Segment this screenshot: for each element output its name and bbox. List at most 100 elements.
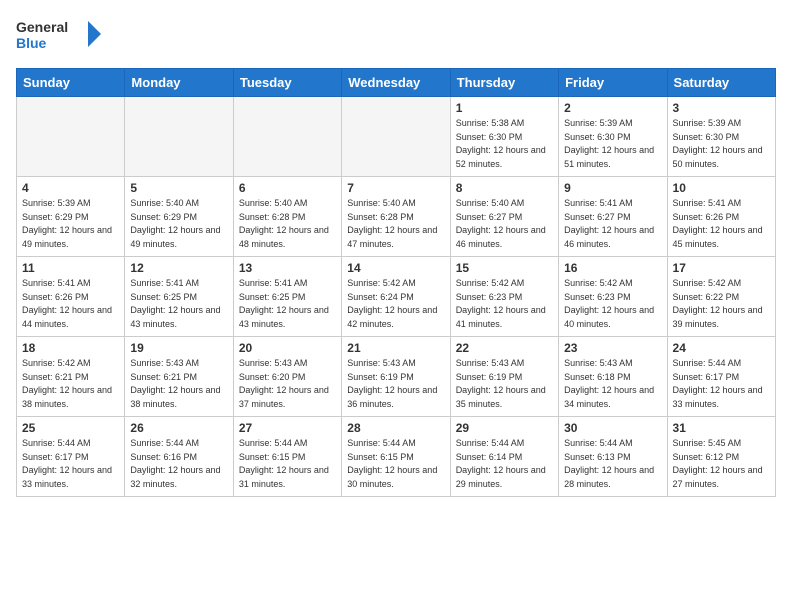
day-info: Sunrise: 5:44 AMSunset: 6:14 PMDaylight:… bbox=[456, 438, 546, 489]
week-row-1: 1 Sunrise: 5:38 AMSunset: 6:30 PMDayligh… bbox=[17, 97, 776, 177]
calendar-cell: 19 Sunrise: 5:43 AMSunset: 6:21 PMDaylig… bbox=[125, 337, 233, 417]
calendar-cell: 1 Sunrise: 5:38 AMSunset: 6:30 PMDayligh… bbox=[450, 97, 558, 177]
day-info: Sunrise: 5:40 AMSunset: 6:28 PMDaylight:… bbox=[347, 198, 437, 249]
day-number: 10 bbox=[673, 181, 770, 195]
day-info: Sunrise: 5:41 AMSunset: 6:26 PMDaylight:… bbox=[22, 278, 112, 329]
day-info: Sunrise: 5:43 AMSunset: 6:19 PMDaylight:… bbox=[456, 358, 546, 409]
day-number: 25 bbox=[22, 421, 119, 435]
week-row-4: 18 Sunrise: 5:42 AMSunset: 6:21 PMDaylig… bbox=[17, 337, 776, 417]
weekday-header-wednesday: Wednesday bbox=[342, 69, 450, 97]
day-info: Sunrise: 5:40 AMSunset: 6:29 PMDaylight:… bbox=[130, 198, 220, 249]
calendar-cell: 24 Sunrise: 5:44 AMSunset: 6:17 PMDaylig… bbox=[667, 337, 775, 417]
week-row-2: 4 Sunrise: 5:39 AMSunset: 6:29 PMDayligh… bbox=[17, 177, 776, 257]
calendar-cell: 30 Sunrise: 5:44 AMSunset: 6:13 PMDaylig… bbox=[559, 417, 667, 497]
weekday-header-thursday: Thursday bbox=[450, 69, 558, 97]
day-number: 28 bbox=[347, 421, 444, 435]
day-number: 4 bbox=[22, 181, 119, 195]
calendar-cell bbox=[125, 97, 233, 177]
day-info: Sunrise: 5:43 AMSunset: 6:20 PMDaylight:… bbox=[239, 358, 329, 409]
day-info: Sunrise: 5:44 AMSunset: 6:15 PMDaylight:… bbox=[239, 438, 329, 489]
calendar-cell: 9 Sunrise: 5:41 AMSunset: 6:27 PMDayligh… bbox=[559, 177, 667, 257]
calendar-cell: 5 Sunrise: 5:40 AMSunset: 6:29 PMDayligh… bbox=[125, 177, 233, 257]
day-info: Sunrise: 5:43 AMSunset: 6:19 PMDaylight:… bbox=[347, 358, 437, 409]
day-number: 27 bbox=[239, 421, 336, 435]
day-number: 5 bbox=[130, 181, 227, 195]
calendar-cell: 10 Sunrise: 5:41 AMSunset: 6:26 PMDaylig… bbox=[667, 177, 775, 257]
calendar-cell: 11 Sunrise: 5:41 AMSunset: 6:26 PMDaylig… bbox=[17, 257, 125, 337]
day-info: Sunrise: 5:39 AMSunset: 6:30 PMDaylight:… bbox=[564, 118, 654, 169]
day-number: 21 bbox=[347, 341, 444, 355]
weekday-header-sunday: Sunday bbox=[17, 69, 125, 97]
calendar-cell: 12 Sunrise: 5:41 AMSunset: 6:25 PMDaylig… bbox=[125, 257, 233, 337]
weekday-header-friday: Friday bbox=[559, 69, 667, 97]
calendar-cell: 20 Sunrise: 5:43 AMSunset: 6:20 PMDaylig… bbox=[233, 337, 341, 417]
weekday-header-tuesday: Tuesday bbox=[233, 69, 341, 97]
day-number: 7 bbox=[347, 181, 444, 195]
day-number: 30 bbox=[564, 421, 661, 435]
day-info: Sunrise: 5:41 AMSunset: 6:25 PMDaylight:… bbox=[239, 278, 329, 329]
day-info: Sunrise: 5:43 AMSunset: 6:18 PMDaylight:… bbox=[564, 358, 654, 409]
day-info: Sunrise: 5:44 AMSunset: 6:16 PMDaylight:… bbox=[130, 438, 220, 489]
day-number: 15 bbox=[456, 261, 553, 275]
week-row-5: 25 Sunrise: 5:44 AMSunset: 6:17 PMDaylig… bbox=[17, 417, 776, 497]
calendar-cell: 17 Sunrise: 5:42 AMSunset: 6:22 PMDaylig… bbox=[667, 257, 775, 337]
day-number: 18 bbox=[22, 341, 119, 355]
day-number: 24 bbox=[673, 341, 770, 355]
day-info: Sunrise: 5:39 AMSunset: 6:29 PMDaylight:… bbox=[22, 198, 112, 249]
day-number: 2 bbox=[564, 101, 661, 115]
calendar-cell: 3 Sunrise: 5:39 AMSunset: 6:30 PMDayligh… bbox=[667, 97, 775, 177]
day-number: 11 bbox=[22, 261, 119, 275]
day-info: Sunrise: 5:41 AMSunset: 6:27 PMDaylight:… bbox=[564, 198, 654, 249]
day-info: Sunrise: 5:42 AMSunset: 6:21 PMDaylight:… bbox=[22, 358, 112, 409]
day-number: 29 bbox=[456, 421, 553, 435]
day-number: 9 bbox=[564, 181, 661, 195]
day-info: Sunrise: 5:44 AMSunset: 6:17 PMDaylight:… bbox=[22, 438, 112, 489]
day-number: 1 bbox=[456, 101, 553, 115]
day-number: 20 bbox=[239, 341, 336, 355]
calendar-cell: 6 Sunrise: 5:40 AMSunset: 6:28 PMDayligh… bbox=[233, 177, 341, 257]
day-info: Sunrise: 5:44 AMSunset: 6:15 PMDaylight:… bbox=[347, 438, 437, 489]
calendar-cell: 22 Sunrise: 5:43 AMSunset: 6:19 PMDaylig… bbox=[450, 337, 558, 417]
day-number: 26 bbox=[130, 421, 227, 435]
weekday-header-monday: Monday bbox=[125, 69, 233, 97]
day-number: 23 bbox=[564, 341, 661, 355]
calendar-cell: 26 Sunrise: 5:44 AMSunset: 6:16 PMDaylig… bbox=[125, 417, 233, 497]
day-number: 17 bbox=[673, 261, 770, 275]
day-info: Sunrise: 5:41 AMSunset: 6:25 PMDaylight:… bbox=[130, 278, 220, 329]
day-number: 12 bbox=[130, 261, 227, 275]
calendar-cell: 15 Sunrise: 5:42 AMSunset: 6:23 PMDaylig… bbox=[450, 257, 558, 337]
calendar-cell: 18 Sunrise: 5:42 AMSunset: 6:21 PMDaylig… bbox=[17, 337, 125, 417]
day-info: Sunrise: 5:44 AMSunset: 6:17 PMDaylight:… bbox=[673, 358, 763, 409]
calendar-cell: 28 Sunrise: 5:44 AMSunset: 6:15 PMDaylig… bbox=[342, 417, 450, 497]
day-info: Sunrise: 5:41 AMSunset: 6:26 PMDaylight:… bbox=[673, 198, 763, 249]
calendar-cell: 29 Sunrise: 5:44 AMSunset: 6:14 PMDaylig… bbox=[450, 417, 558, 497]
calendar-cell bbox=[342, 97, 450, 177]
day-info: Sunrise: 5:42 AMSunset: 6:23 PMDaylight:… bbox=[456, 278, 546, 329]
calendar-cell: 23 Sunrise: 5:43 AMSunset: 6:18 PMDaylig… bbox=[559, 337, 667, 417]
logo-icon: General Blue bbox=[16, 16, 106, 56]
calendar-cell: 31 Sunrise: 5:45 AMSunset: 6:12 PMDaylig… bbox=[667, 417, 775, 497]
calendar-cell bbox=[17, 97, 125, 177]
day-info: Sunrise: 5:45 AMSunset: 6:12 PMDaylight:… bbox=[673, 438, 763, 489]
svg-text:General: General bbox=[16, 19, 68, 35]
calendar-cell: 13 Sunrise: 5:41 AMSunset: 6:25 PMDaylig… bbox=[233, 257, 341, 337]
calendar-cell: 27 Sunrise: 5:44 AMSunset: 6:15 PMDaylig… bbox=[233, 417, 341, 497]
day-info: Sunrise: 5:40 AMSunset: 6:28 PMDaylight:… bbox=[239, 198, 329, 249]
day-info: Sunrise: 5:42 AMSunset: 6:24 PMDaylight:… bbox=[347, 278, 437, 329]
day-info: Sunrise: 5:40 AMSunset: 6:27 PMDaylight:… bbox=[456, 198, 546, 249]
day-number: 8 bbox=[456, 181, 553, 195]
day-info: Sunrise: 5:44 AMSunset: 6:13 PMDaylight:… bbox=[564, 438, 654, 489]
day-info: Sunrise: 5:43 AMSunset: 6:21 PMDaylight:… bbox=[130, 358, 220, 409]
week-row-3: 11 Sunrise: 5:41 AMSunset: 6:26 PMDaylig… bbox=[17, 257, 776, 337]
calendar-table: SundayMondayTuesdayWednesdayThursdayFrid… bbox=[16, 68, 776, 497]
calendar-cell: 14 Sunrise: 5:42 AMSunset: 6:24 PMDaylig… bbox=[342, 257, 450, 337]
page-header: General Blue bbox=[16, 16, 776, 56]
calendar-cell: 7 Sunrise: 5:40 AMSunset: 6:28 PMDayligh… bbox=[342, 177, 450, 257]
svg-text:Blue: Blue bbox=[16, 35, 47, 51]
day-number: 13 bbox=[239, 261, 336, 275]
day-number: 6 bbox=[239, 181, 336, 195]
calendar-cell: 8 Sunrise: 5:40 AMSunset: 6:27 PMDayligh… bbox=[450, 177, 558, 257]
calendar-cell: 21 Sunrise: 5:43 AMSunset: 6:19 PMDaylig… bbox=[342, 337, 450, 417]
day-info: Sunrise: 5:38 AMSunset: 6:30 PMDaylight:… bbox=[456, 118, 546, 169]
weekday-header-saturday: Saturday bbox=[667, 69, 775, 97]
